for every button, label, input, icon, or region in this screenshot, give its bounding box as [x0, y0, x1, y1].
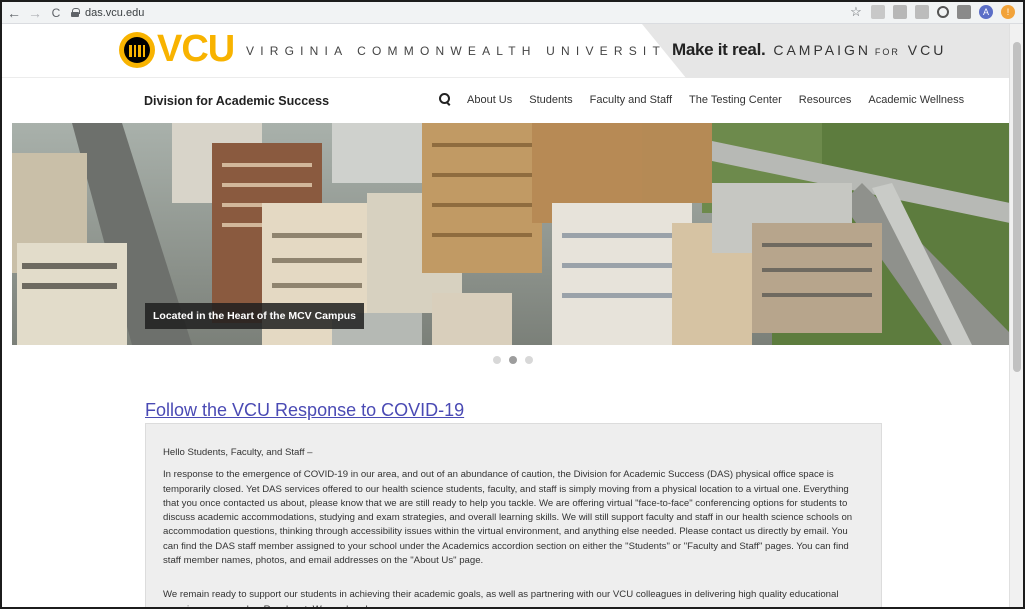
carousel-dot-2[interactable] [509, 356, 517, 364]
address-url[interactable]: das.vcu.edu [85, 7, 144, 19]
forward-button[interactable]: → [26, 4, 44, 22]
carousel-dot-1[interactable] [493, 356, 501, 364]
browser-window: ← → C das.vcu.edu ☆ A ! VCU VIRGINIA COM… [0, 0, 1025, 609]
back-button[interactable]: ← [5, 4, 23, 22]
g-circle-icon[interactable] [937, 6, 949, 18]
carousel-dots [493, 356, 533, 364]
scrollbar-thumb[interactable] [1013, 42, 1021, 372]
search-icon[interactable] [439, 93, 451, 105]
browser-toolbar: ← → C das.vcu.edu ☆ A ! [2, 2, 1023, 24]
campaign-for: FOR [874, 47, 900, 57]
nav-testing-center[interactable]: The Testing Center [689, 94, 782, 106]
carousel-dot-3[interactable] [525, 356, 533, 364]
division-nav: Division for Academic Success About Us S… [2, 79, 1009, 123]
notice-paragraph-1: In response to the emergence of COVID-19… [163, 469, 853, 567]
hero-caption: Located in the Heart of the MCV Campus [145, 303, 365, 329]
vcu-seal-icon[interactable] [119, 32, 155, 68]
university-name[interactable]: VIRGINIA COMMONWEALTH UNIVERSITY [246, 44, 680, 58]
campaign-link[interactable]: Make it real. CAMPAIGN FOR VCU [672, 40, 946, 60]
lock-icon [71, 8, 80, 17]
nav-about-us[interactable]: About Us [467, 94, 512, 106]
g-icon[interactable] [915, 5, 929, 19]
reload-button[interactable]: C [47, 4, 65, 22]
extension-icon[interactable] [871, 5, 885, 19]
alert-icon[interactable]: ! [1001, 5, 1015, 19]
toolbar-extensions: ☆ A ! [849, 4, 1015, 19]
notice-paragraph-2: We remain ready to support our students … [163, 589, 839, 607]
nav-academic-wellness[interactable]: Academic Wellness [868, 94, 964, 106]
notice-greeting: Hello Students, Faculty, and Staff – [163, 447, 313, 458]
vcu-header: VCU VIRGINIA COMMONWEALTH UNIVERSITY Mak… [2, 24, 1009, 78]
nav-menu: About Us Students Faculty and Staff The … [467, 94, 964, 106]
campaign-word: CAMPAIGN [773, 42, 871, 58]
covid-notice: Hello Students, Faculty, and Staff – In … [145, 423, 882, 607]
nav-resources[interactable]: Resources [799, 94, 852, 106]
nav-students[interactable]: Students [529, 94, 572, 106]
address-bar[interactable]: das.vcu.edu [71, 7, 144, 19]
covid-response-link[interactable]: Follow the VCU Response to COVID-19 [145, 400, 464, 421]
division-title[interactable]: Division for Academic Success [144, 94, 329, 108]
campaign-tagline: Make it real. [672, 40, 766, 59]
qr-icon[interactable] [957, 5, 971, 19]
profile-avatar[interactable]: A [979, 5, 993, 19]
page-scrollbar[interactable] [1009, 24, 1023, 607]
vcu-logo[interactable]: VCU [157, 29, 235, 69]
star-icon[interactable]: ☆ [849, 4, 863, 19]
pdf-icon[interactable] [893, 5, 907, 19]
campaign-vcu: VCU [907, 42, 947, 58]
nav-faculty-staff[interactable]: Faculty and Staff [590, 94, 672, 106]
